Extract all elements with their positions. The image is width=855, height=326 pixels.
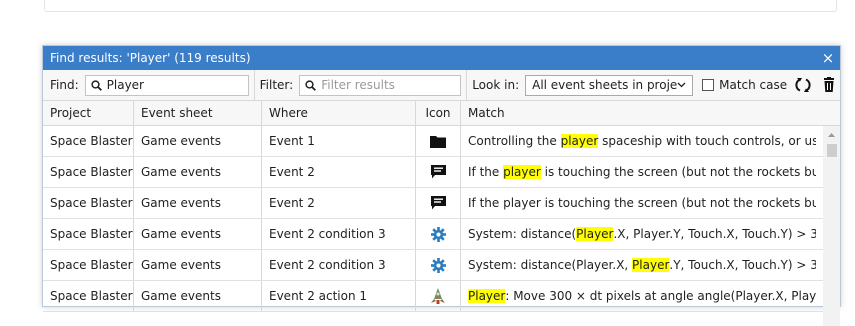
find-results-dialog: Find results: 'Player' (119 results) × F… bbox=[42, 45, 841, 326]
dialog-title: Find results: 'Player' (119 results) bbox=[50, 51, 251, 65]
column-header-icon[interactable]: Icon bbox=[416, 101, 461, 125]
look-in-value: All event sheets in project bbox=[532, 78, 678, 92]
column-header-project[interactable]: Project bbox=[43, 101, 134, 125]
match-text: .Y, Touch.X, Touch.Y) > 300 × dt bbox=[669, 258, 816, 272]
search-icon bbox=[90, 79, 102, 91]
match-case-checkbox[interactable] bbox=[702, 79, 715, 91]
project-cell: Space Blaster bbox=[43, 157, 134, 187]
where-cell: Event 2 condition 3 bbox=[262, 250, 416, 280]
match-text: spaceship with touch controls, or using … bbox=[602, 134, 816, 148]
clear-results-button[interactable] bbox=[819, 75, 839, 95]
match-text: is touching the screen (but not the rock… bbox=[544, 165, 816, 179]
scroll-up-button[interactable] bbox=[823, 126, 840, 143]
match-highlight: player bbox=[560, 134, 599, 148]
find-field[interactable] bbox=[84, 74, 249, 96]
column-header-match[interactable]: Match bbox=[461, 101, 816, 125]
event-sheet-cell: Game events bbox=[134, 157, 262, 187]
comment-icon bbox=[430, 165, 446, 179]
where-cell: Event 2 condition 3 bbox=[262, 219, 416, 249]
match-text: System: distance(Player.X, bbox=[468, 258, 633, 272]
icon-cell bbox=[416, 157, 461, 187]
table-row-3[interactable]: Space Blaster Game events Event 2 If the… bbox=[43, 188, 840, 219]
find-label: Find: bbox=[50, 78, 79, 92]
chevron-up-icon bbox=[828, 132, 835, 137]
column-header-event-sheet[interactable]: Event sheet bbox=[134, 101, 262, 125]
match-highlight: player bbox=[503, 165, 541, 179]
icon-cell bbox=[416, 126, 461, 156]
match-cell: If the player is touching the screen (bu… bbox=[461, 157, 816, 187]
scroll-thumb[interactable] bbox=[827, 144, 837, 157]
match-highlight: Player bbox=[632, 258, 670, 272]
where-cell: Event 2 action 1 bbox=[262, 281, 416, 311]
match-highlight: Player bbox=[468, 289, 506, 303]
match-text: If the bbox=[468, 165, 504, 179]
chevron-down-icon bbox=[677, 82, 686, 88]
search-icon bbox=[305, 79, 317, 91]
gear-icon bbox=[430, 226, 446, 242]
event-sheet-cell: Game events bbox=[134, 281, 262, 311]
match-case-toggle[interactable]: Match case bbox=[702, 78, 787, 92]
table-row-5[interactable]: Space Blaster Game events Event 2 condit… bbox=[43, 250, 840, 281]
project-cell: Space Blaster bbox=[43, 126, 134, 156]
filter-input[interactable] bbox=[321, 78, 456, 92]
project-cell: Space Blaster bbox=[43, 219, 134, 249]
table-row-1[interactable]: Space Blaster Game events Event 1 Contro… bbox=[43, 126, 840, 157]
toolbar-divider bbox=[253, 70, 255, 100]
player-ship-icon bbox=[431, 287, 445, 305]
project-cell: Space Blaster bbox=[43, 281, 134, 311]
refresh-icon bbox=[795, 78, 811, 92]
table-header: Project Event sheet Where Icon Match bbox=[43, 101, 840, 126]
match-text: System: distance( bbox=[468, 227, 577, 241]
project-cell: Space Blaster bbox=[43, 250, 134, 280]
results-list: Space Blaster Game events Event 1 Contro… bbox=[43, 126, 840, 326]
title-bar: Find results: 'Player' (119 results) × bbox=[43, 46, 840, 70]
match-highlight: Player bbox=[576, 227, 614, 241]
vertical-scrollbar[interactable] bbox=[823, 126, 840, 326]
icon-cell bbox=[416, 188, 461, 218]
toolbar-divider bbox=[466, 70, 468, 100]
project-cell: Space Blaster bbox=[43, 188, 134, 218]
folder-icon bbox=[430, 135, 446, 148]
event-sheet-cell: Game events bbox=[134, 188, 262, 218]
background-panel bbox=[44, 0, 837, 12]
look-in-label: Look in: bbox=[472, 78, 520, 92]
icon-cell bbox=[416, 219, 461, 249]
match-cell: System: distance(Player.X, Player.Y, Tou… bbox=[461, 219, 816, 249]
look-in-select[interactable]: All event sheets in project bbox=[525, 74, 694, 96]
column-header-where[interactable]: Where bbox=[262, 101, 416, 125]
match-cell: Player: Move 300 × dt pixels at angle an… bbox=[461, 281, 816, 311]
icon-cell bbox=[416, 250, 461, 280]
filter-label: Filter: bbox=[259, 78, 294, 92]
filter-field[interactable] bbox=[299, 74, 462, 96]
match-cell: If the player is touching the screen (bu… bbox=[461, 188, 816, 218]
where-cell: Event 1 bbox=[262, 126, 416, 156]
refresh-button[interactable] bbox=[793, 75, 813, 95]
match-text: : Move 300 × dt pixels at angle angle(Pl… bbox=[505, 289, 816, 303]
match-text: Controlling the bbox=[468, 134, 561, 148]
match-case-label: Match case bbox=[719, 78, 788, 92]
event-sheet-cell: Game events bbox=[134, 126, 262, 156]
where-cell: Event 2 bbox=[262, 157, 416, 187]
event-sheet-cell: Game events bbox=[134, 250, 262, 280]
icon-cell bbox=[416, 281, 461, 311]
table-row-6[interactable]: Space Blaster Game events Event 2 action… bbox=[43, 281, 840, 312]
close-icon: × bbox=[821, 49, 835, 67]
table-row-2[interactable]: Space Blaster Game events Event 2 If the… bbox=[43, 157, 840, 188]
delete-icon bbox=[824, 77, 835, 92]
find-input[interactable] bbox=[106, 78, 243, 92]
table-row-4[interactable]: Space Blaster Game events Event 2 condit… bbox=[43, 219, 840, 250]
close-button[interactable]: × bbox=[816, 46, 840, 70]
match-cell: Controlling the player spaceship with to… bbox=[461, 126, 816, 156]
where-cell: Event 2 bbox=[262, 188, 416, 218]
comment-icon bbox=[430, 196, 446, 210]
event-sheet-cell: Game events bbox=[134, 219, 262, 249]
match-text: .X, Player.Y, Touch.X, Touch.Y) > 300 × … bbox=[613, 227, 816, 241]
gear-icon bbox=[430, 257, 446, 273]
search-toolbar: Find: Filter: Look in: All event sheets … bbox=[43, 70, 840, 101]
match-text: If the player is touching the screen (bu… bbox=[468, 196, 816, 210]
match-cell: System: distance(Player.X, Player.Y, Tou… bbox=[461, 250, 816, 280]
